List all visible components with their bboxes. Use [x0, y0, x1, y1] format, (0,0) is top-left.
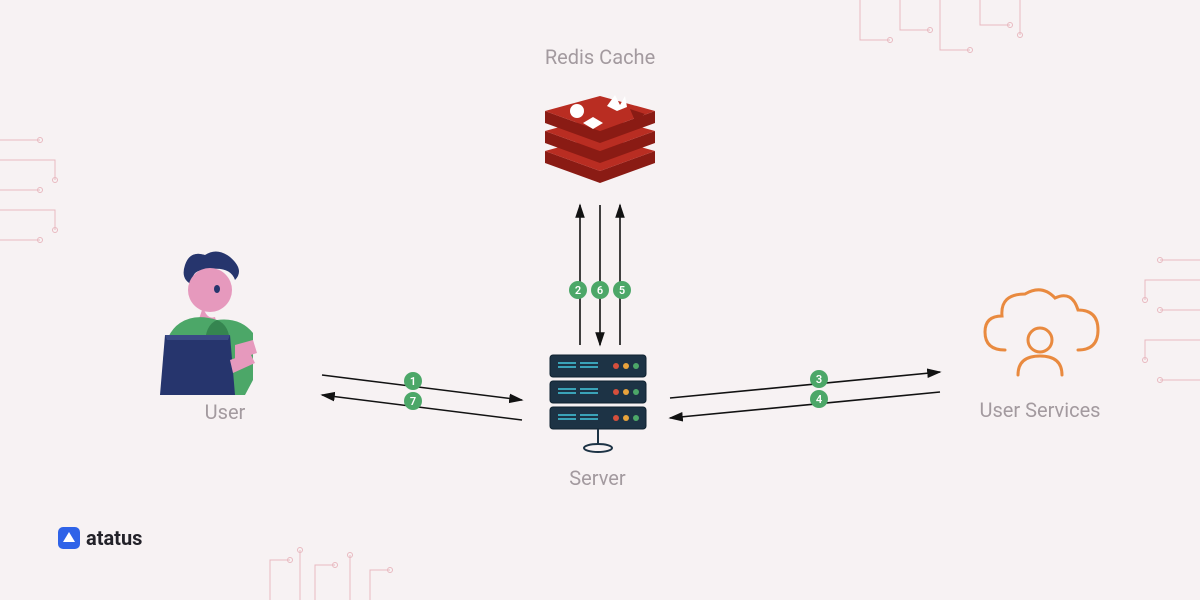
- arrows-overlay: [0, 0, 1200, 600]
- brand-logo: atatus: [58, 526, 142, 550]
- edge-badge-3: 3: [810, 370, 828, 388]
- atatus-logo-text: atatus: [86, 526, 142, 550]
- edge-badge-7: 7: [404, 392, 422, 410]
- edge-badge-1: 1: [404, 372, 422, 390]
- edge-badge-4: 4: [810, 390, 828, 408]
- edge-badge-6: 6: [591, 281, 609, 299]
- edge-badge-2: 2: [569, 281, 587, 299]
- atatus-logo-icon: [58, 527, 80, 549]
- edge-badge-5: 5: [613, 281, 631, 299]
